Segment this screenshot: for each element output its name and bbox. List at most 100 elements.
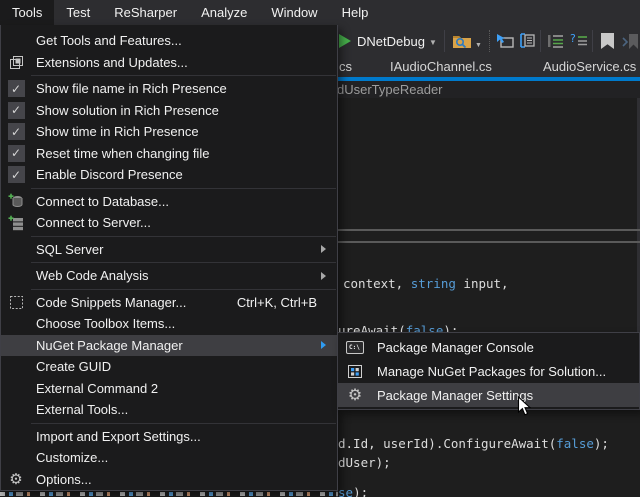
menu-item-external-tools[interactable]: External Tools... [1, 399, 337, 421]
menu-item-manage-nuget-packages-for-solution[interactable]: Manage NuGet Packages for Solution... [338, 359, 639, 383]
menu-item-external-command-2[interactable]: External Command 2 [1, 378, 337, 400]
tools-dropdown-menu: Get Tools and Features... Extensions and … [0, 25, 338, 491]
menu-item-label: SQL Server [31, 242, 103, 257]
menu-item-reset-time-when-changing-file[interactable]: ✓Reset time when changing file [1, 143, 337, 165]
menu-separator [31, 75, 336, 76]
folder-search-icon [452, 32, 472, 49]
menu-item-package-manager-settings[interactable]: ⚙Package Manager Settings [338, 383, 639, 407]
toolbar-separator [592, 30, 593, 52]
format-question-button[interactable]: ? [570, 32, 589, 54]
chevron-down-icon[interactable]: ▼ [475, 42, 482, 49]
gear-icon: ⚙ [9, 472, 22, 487]
menu-item-show-file-name-in-rich-presence[interactable]: ✓ Show file name in Rich Presence [1, 78, 337, 100]
menu-item-label: Show file name in Rich Presence [31, 81, 227, 96]
database-add-icon [8, 193, 24, 209]
next-bookmark-button[interactable] [622, 33, 640, 55]
menu-item-code-snippets-manager[interactable]: Code Snippets Manager... Ctrl+K, Ctrl+B [1, 292, 337, 314]
menu-item-label: Package Manager Console [372, 340, 534, 355]
menu-item-label: Code Snippets Manager... [31, 295, 186, 310]
start-debug-button[interactable] [339, 34, 351, 48]
tab-iaudiochannel[interactable]: IAudioChannel.cs [390, 59, 492, 74]
menubar-analyze[interactable]: Analyze [189, 0, 259, 25]
menu-item-label: External Command 2 [31, 381, 158, 396]
menu-separator [31, 289, 336, 290]
tab-audioservice[interactable]: AudioService.cs [543, 59, 636, 74]
menu-item-label: Import and Export Settings... [31, 429, 201, 444]
lines-question-icon: ? [570, 32, 589, 49]
menu-item-choose-toolbox-items[interactable]: Choose Toolbox Items... [1, 313, 337, 335]
play-icon [339, 34, 351, 48]
menu-item-show-time-in-rich-presence[interactable]: ✓Show time in Rich Presence [1, 121, 337, 143]
svg-text:?: ? [570, 32, 576, 45]
navigate-box-icon [495, 33, 514, 49]
menu-item-import-and-export-settings[interactable]: Import and Export Settings... [1, 426, 337, 448]
navigate-to-button[interactable] [495, 33, 514, 54]
format-lines-button[interactable] [547, 34, 565, 53]
menu-item-label: Options... [31, 472, 92, 487]
document-lines-icon [517, 32, 536, 49]
menubar-resharper[interactable]: ReSharper [102, 0, 189, 25]
menu-item-customize[interactable]: Customize... [1, 447, 337, 469]
menu-item-label: Package Manager Settings [372, 388, 533, 403]
code-line: d.Id, userId).ConfigureAwait(false); [338, 436, 609, 451]
checkmark-icon: ✓ [8, 166, 25, 183]
menu-item-web-code-analysis[interactable]: Web Code Analysis [1, 265, 337, 287]
menu-item-connect-to-database[interactable]: Connect to Database... [1, 191, 337, 213]
run-configuration-dropdown[interactable]: DNetDebug [357, 34, 425, 49]
menu-item-label: Connect to Server... [31, 215, 151, 230]
menu-bar: Tools Test ReSharper Analyze Window Help [0, 0, 640, 25]
editor-splitter-line[interactable] [338, 241, 640, 243]
extensions-icon [9, 55, 24, 70]
menu-item-label: Customize... [31, 450, 108, 465]
menu-item-enable-discord-presence[interactable]: ✓ Enable Discord Presence [1, 164, 337, 186]
menu-item-label: Extensions and Updates... [31, 55, 188, 70]
code-line: dUser); [338, 455, 391, 470]
submenu-arrow-icon [321, 272, 326, 280]
menu-item-label: External Tools... [31, 402, 128, 417]
checkmark-icon: ✓ [8, 102, 25, 119]
menu-item-sql-server[interactable]: SQL Server [1, 239, 337, 261]
menu-item-label: Manage NuGet Packages for Solution... [372, 364, 606, 379]
checkmark-icon: ✓ [8, 123, 25, 140]
breadcrumb-type-name[interactable]: dUserTypeReader [337, 82, 443, 97]
menu-item-show-solution-in-rich-presence[interactable]: ✓ Show solution in Rich Presence [1, 100, 337, 122]
view-code-structure-button[interactable] [517, 32, 536, 54]
server-add-icon [8, 215, 24, 231]
tab-clipped[interactable]: cs [339, 59, 352, 74]
code-line: se); [338, 485, 368, 497]
menu-item-create-guid[interactable]: Create GUID [1, 356, 337, 378]
visual-studio-window: context, string input, ureAwait(false); … [0, 0, 640, 497]
menubar-help[interactable]: Help [330, 0, 381, 25]
menubar-test[interactable]: Test [54, 0, 102, 25]
menubar-window[interactable]: Window [259, 0, 329, 25]
menu-item-extensions-and-updates[interactable]: Extensions and Updates... [1, 52, 337, 74]
bookmark-arrow-icon [622, 33, 640, 50]
menu-separator [31, 262, 336, 263]
menu-item-nuget-package-manager[interactable]: NuGet Package Manager [1, 335, 337, 357]
mouse-cursor [517, 396, 531, 422]
menu-item-label: Show solution in Rich Presence [31, 103, 219, 118]
menu-item-label: Reset time when changing file [31, 146, 209, 161]
checkmark-icon: ✓ [8, 80, 25, 97]
menubar-tools[interactable]: Tools [0, 0, 54, 25]
menu-item-label: Choose Toolbox Items... [31, 316, 175, 331]
menu-item-label: Enable Discord Presence [31, 167, 183, 182]
editor-splitter-line[interactable] [338, 229, 640, 231]
bookmark-icon [601, 33, 614, 49]
chevron-down-icon[interactable]: ▼ [429, 38, 437, 47]
toggle-bookmark-button[interactable] [601, 33, 614, 49]
menu-item-get-tools-and-features[interactable]: Get Tools and Features... [1, 30, 337, 52]
lines-green-icon [547, 34, 565, 48]
menu-separator [31, 188, 336, 189]
menu-item-connect-to-server[interactable]: Connect to Server... [1, 212, 337, 234]
menu-item-shortcut: Ctrl+K, Ctrl+B [237, 295, 337, 310]
toolbar-separator [444, 30, 445, 52]
run-configuration-label: DNetDebug [357, 34, 425, 49]
menu-item-label: Web Code Analysis [31, 268, 149, 283]
menu-item-options[interactable]: ⚙ Options... [1, 469, 337, 491]
console-icon: C:\ [346, 341, 364, 354]
menu-item-package-manager-console[interactable]: C:\ Package Manager Console [338, 335, 639, 359]
toolbar-separator-dotted [489, 30, 490, 52]
find-in-files-button[interactable] [452, 32, 472, 54]
menu-separator [31, 236, 336, 237]
